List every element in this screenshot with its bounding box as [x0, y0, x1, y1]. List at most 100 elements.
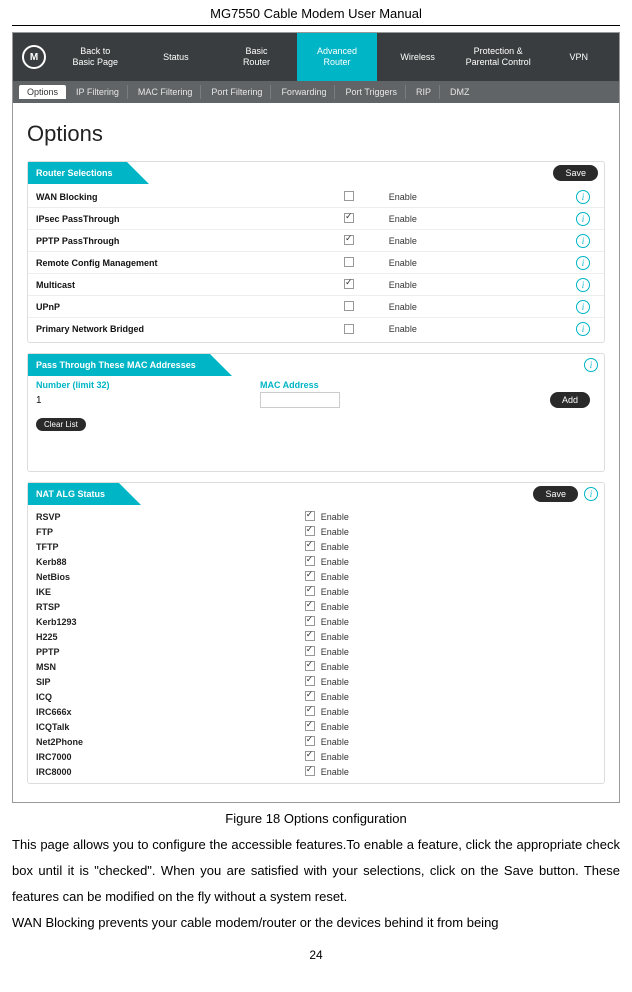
enable-checkbox[interactable]: [344, 257, 354, 267]
info-icon[interactable]: i: [576, 212, 590, 226]
figure-caption: Figure 18 Options configuration: [12, 811, 620, 826]
info-icon[interactable]: i: [576, 234, 590, 248]
panel-title-ribbon: Router Selections: [28, 162, 127, 184]
option-row: Primary Network Bridged Enablei: [28, 318, 604, 340]
enable-checkbox[interactable]: [305, 511, 315, 521]
enable-checkbox[interactable]: [305, 736, 315, 746]
enable-checkbox[interactable]: [305, 691, 315, 701]
enable-checkbox[interactable]: [344, 213, 354, 223]
alg-row: FTPEnable: [28, 524, 604, 539]
enable-checkbox[interactable]: [305, 721, 315, 731]
enable-text: Enable: [389, 324, 576, 334]
nav-label: Back to Basic Page: [73, 46, 119, 68]
nav-protection-parental[interactable]: Protection & Parental Control: [458, 33, 539, 81]
tab-port-triggers[interactable]: Port Triggers: [337, 85, 406, 99]
add-button[interactable]: Add: [550, 392, 590, 408]
option-label: Primary Network Bridged: [36, 324, 344, 334]
enable-checkbox[interactable]: [344, 191, 354, 201]
tab-mac-filtering[interactable]: MAC Filtering: [130, 85, 202, 99]
tab-options[interactable]: Options: [19, 85, 66, 99]
info-icon[interactable]: i: [576, 278, 590, 292]
enable-checkbox[interactable]: [305, 526, 315, 536]
alg-row: SIPEnable: [28, 674, 604, 689]
nav-vpn[interactable]: VPN: [538, 33, 619, 81]
info-icon[interactable]: i: [584, 487, 598, 501]
option-row: WAN BlockingEnablei: [28, 186, 604, 208]
option-row: MulticastEnablei: [28, 274, 604, 296]
info-icon[interactable]: i: [576, 256, 590, 270]
enable-text: Enable: [321, 707, 596, 717]
enable-checkbox[interactable]: [305, 706, 315, 716]
nav-advanced-router[interactable]: Advanced Router: [297, 33, 378, 81]
router-ui-screenshot: M Back to Basic Page Status Basic Router…: [12, 32, 620, 803]
alg-label: NetBios: [36, 572, 305, 582]
alg-row: MSNEnable: [28, 659, 604, 674]
enable-checkbox[interactable]: [344, 324, 354, 334]
alg-row: RSVPEnable: [28, 509, 604, 524]
enable-text: Enable: [321, 722, 596, 732]
tab-port-filtering[interactable]: Port Filtering: [203, 85, 271, 99]
alg-row: TFTPEnable: [28, 539, 604, 554]
page-number: 24: [12, 948, 620, 962]
page-title: Options: [27, 121, 605, 147]
save-button[interactable]: Save: [553, 165, 598, 181]
enable-text: Enable: [321, 587, 596, 597]
info-icon[interactable]: i: [576, 300, 590, 314]
enable-checkbox[interactable]: [305, 751, 315, 761]
info-icon[interactable]: i: [584, 358, 598, 372]
tab-ip-filtering[interactable]: IP Filtering: [68, 85, 128, 99]
enable-checkbox[interactable]: [305, 661, 315, 671]
info-icon[interactable]: i: [576, 190, 590, 204]
nav-label: Basic Router: [243, 46, 270, 68]
enable-checkbox[interactable]: [344, 235, 354, 245]
alg-row: IRC7000Enable: [28, 749, 604, 764]
enable-checkbox[interactable]: [305, 586, 315, 596]
tab-dmz[interactable]: DMZ: [442, 85, 478, 99]
enable-checkbox[interactable]: [344, 279, 354, 289]
nav-status[interactable]: Status: [136, 33, 217, 81]
enable-checkbox[interactable]: [305, 646, 315, 656]
nav-label: Protection & Parental Control: [466, 46, 531, 68]
enable-checkbox[interactable]: [305, 676, 315, 686]
enable-checkbox[interactable]: [305, 601, 315, 611]
alg-label: SIP: [36, 677, 305, 687]
enable-checkbox[interactable]: [305, 541, 315, 551]
alg-label: Kerb88: [36, 557, 305, 567]
alg-row: H225Enable: [28, 629, 604, 644]
panel-pass-through-mac: Pass Through These MAC Addresses i Numbe…: [27, 353, 605, 472]
enable-checkbox[interactable]: [344, 301, 354, 311]
nav-wireless[interactable]: Wireless: [377, 33, 458, 81]
nav-basic-router[interactable]: Basic Router: [216, 33, 297, 81]
save-button[interactable]: Save: [533, 486, 578, 502]
enable-checkbox[interactable]: [305, 556, 315, 566]
enable-checkbox[interactable]: [305, 571, 315, 581]
alg-label: ICQ: [36, 692, 305, 702]
tab-rip[interactable]: RIP: [408, 85, 440, 99]
nav-back-to-basic[interactable]: Back to Basic Page: [55, 33, 136, 81]
nav-label: VPN: [570, 52, 589, 63]
nav-label: Status: [163, 52, 189, 63]
alg-row: RTSPEnable: [28, 599, 604, 614]
panel-header: Router Selections Save: [28, 162, 604, 184]
mac-address-input[interactable]: [260, 392, 340, 408]
tab-forwarding[interactable]: Forwarding: [273, 85, 335, 99]
enable-checkbox[interactable]: [305, 631, 315, 641]
alg-label: IRC7000: [36, 752, 305, 762]
enable-text: Enable: [321, 527, 596, 537]
info-icon[interactable]: i: [576, 322, 590, 336]
router-selections-rows: WAN BlockingEnableiIPsec PassThroughEnab…: [28, 184, 604, 342]
enable-text: Enable: [321, 662, 596, 672]
enable-text: Enable: [389, 280, 576, 290]
alg-row: Kerb1293Enable: [28, 614, 604, 629]
alg-label: H225: [36, 632, 305, 642]
enable-text: Enable: [389, 302, 576, 312]
option-row: IPsec PassThroughEnablei: [28, 208, 604, 230]
alg-label: IRC666x: [36, 707, 305, 717]
enable-checkbox[interactable]: [305, 616, 315, 626]
column-number-header: Number (limit 32): [36, 380, 260, 390]
enable-text: Enable: [321, 542, 596, 552]
enable-checkbox[interactable]: [305, 766, 315, 776]
clear-list-button[interactable]: Clear List: [36, 418, 86, 431]
nav-label: Wireless: [400, 52, 435, 63]
option-label: IPsec PassThrough: [36, 214, 344, 224]
